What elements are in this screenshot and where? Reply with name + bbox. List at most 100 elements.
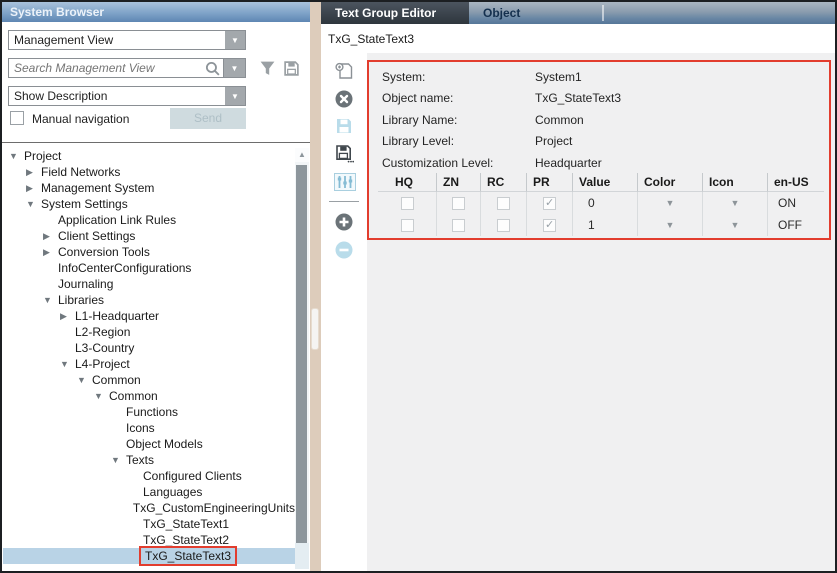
tree-item-txg-statetext1[interactable]: TxG_StateText1 [3, 516, 295, 532]
column-header-value[interactable]: Value [572, 173, 637, 192]
color-dropdown[interactable]: ▼ [637, 192, 702, 214]
tree-item-common[interactable]: ▼Common [3, 388, 295, 404]
chevron-down-icon[interactable]: ▼ [731, 220, 740, 230]
tree-item-label[interactable]: TxG_CustomEngineeringUnits [133, 500, 295, 516]
manual-navigation-checkbox[interactable] [10, 111, 24, 125]
chevron-expanded-icon[interactable]: ▼ [111, 452, 126, 468]
tree-item-libraries[interactable]: ▼Libraries [3, 292, 295, 308]
tree-item-l4-project[interactable]: ▼L4-Project [3, 356, 295, 372]
tree-item-infocenterconfigurations[interactable]: InfoCenterConfigurations [3, 260, 295, 276]
chevron-down-icon[interactable]: ▼ [731, 198, 740, 208]
chevron-down-icon[interactable]: ▼ [666, 220, 675, 230]
chevron-expanded-icon[interactable]: ▼ [77, 372, 92, 388]
view-select[interactable]: Management View ▼ [8, 30, 246, 50]
tab-object-configurator[interactable]: Object Configurator [469, 2, 602, 24]
chevron-down-icon[interactable]: ▼ [225, 87, 245, 105]
table-row[interactable]: 0▼▼ON [378, 192, 824, 214]
checked-checkbox[interactable] [543, 197, 556, 210]
tree-item-conversion-tools[interactable]: ▶Conversion Tools [3, 244, 295, 260]
chevron-collapsed-icon[interactable]: ▶ [26, 164, 41, 180]
new-text-group-icon[interactable] [334, 61, 354, 81]
tree-item-txg-statetext3[interactable]: TxG_StateText3 [3, 548, 295, 564]
tree-item-label[interactable]: L2-Region [75, 324, 130, 340]
tree-item-l2-region[interactable]: L2-Region [3, 324, 295, 340]
table-row[interactable]: 1▼▼OFF [378, 214, 824, 236]
unchecked-checkbox[interactable] [497, 219, 510, 232]
delete-icon[interactable] [334, 89, 354, 109]
column-header-zn[interactable]: ZN [436, 173, 480, 192]
tree-item-label[interactable]: Common [109, 388, 158, 404]
tree-item-label[interactable]: Icons [126, 420, 155, 436]
chevron-expanded-icon[interactable]: ▼ [94, 388, 109, 404]
scrollbar-track[interactable] [295, 543, 309, 569]
tree-item-languages[interactable]: Languages [3, 484, 295, 500]
description-select[interactable]: Show Description ▼ [8, 86, 246, 106]
add-row-icon[interactable] [334, 212, 354, 232]
tree-item-txg-customengineeringunits[interactable]: TxG_CustomEngineeringUnits [3, 500, 295, 516]
save-icon[interactable] [334, 116, 354, 136]
tree-item-functions[interactable]: Functions [3, 404, 295, 420]
tree-item-common[interactable]: ▼Common [3, 372, 295, 388]
filter-columns-icon[interactable] [334, 172, 354, 192]
tree-item-label[interactable]: Texts [126, 452, 154, 468]
tree-item-label[interactable]: Common [92, 372, 141, 388]
tree-item-label[interactable]: InfoCenterConfigurations [58, 260, 191, 276]
column-header-pr[interactable]: PR [526, 173, 572, 192]
tree-item-management-system[interactable]: ▶Management System [3, 180, 295, 196]
tree-item-configured-clients[interactable]: Configured Clients [3, 468, 295, 484]
tree-item-label[interactable]: Project [24, 148, 61, 164]
color-dropdown[interactable]: ▼ [637, 214, 702, 236]
unchecked-checkbox[interactable] [452, 197, 465, 210]
chevron-expanded-icon[interactable]: ▼ [9, 148, 24, 164]
tree-scrollbar[interactable]: ▲ [295, 148, 309, 569]
chevron-expanded-icon[interactable]: ▼ [43, 292, 58, 308]
chevron-down-icon[interactable]: ▼ [225, 31, 245, 49]
tree-item-label[interactable]: Object Models [126, 436, 203, 452]
tree-item-label[interactable]: L3-Country [75, 340, 134, 356]
unchecked-checkbox[interactable] [401, 197, 414, 210]
tree-item-label[interactable]: TxG_StateText3 [139, 546, 237, 566]
tree-item-project[interactable]: ▼Project [3, 148, 295, 164]
tree-item-object-models[interactable]: Object Models [3, 436, 295, 452]
tree-item-label[interactable]: Languages [143, 484, 202, 500]
tree-item-label[interactable]: L4-Project [75, 356, 130, 372]
tree-item-label[interactable]: Journaling [58, 276, 113, 292]
scrollbar-thumb[interactable] [296, 165, 307, 543]
icon-dropdown[interactable]: ▼ [702, 192, 767, 214]
tree-item-label[interactable]: Configured Clients [143, 468, 242, 484]
chevron-down-icon[interactable]: ▼ [666, 198, 675, 208]
tree-item-label[interactable]: Management System [41, 180, 154, 196]
search-field[interactable] [8, 58, 224, 78]
chevron-down-icon[interactable]: ▼ [224, 58, 246, 78]
search-icon[interactable] [204, 60, 221, 77]
tree-item-application-link-rules[interactable]: Application Link Rules [3, 212, 295, 228]
tree-item-label[interactable]: L1-Headquarter [75, 308, 159, 324]
chevron-collapsed-icon[interactable]: ▶ [26, 180, 41, 196]
tree-item-journaling[interactable]: Journaling [3, 276, 295, 292]
send-button[interactable]: Send [170, 108, 246, 129]
tree-item-label[interactable]: TxG_StateText1 [143, 516, 229, 532]
tree-item-label[interactable]: Client Settings [58, 228, 135, 244]
tree-item-label[interactable]: Application Link Rules [58, 212, 176, 228]
column-header-rc[interactable]: RC [480, 173, 526, 192]
splitter-handle[interactable] [311, 308, 319, 350]
chevron-collapsed-icon[interactable]: ▶ [43, 244, 58, 260]
save-icon[interactable] [283, 60, 300, 77]
tree-item-label[interactable]: Libraries [58, 292, 104, 308]
tab-text-group-editor[interactable]: Text Group Editor [321, 2, 469, 24]
tree-item-label[interactable]: Field Networks [41, 164, 120, 180]
tree-item-texts[interactable]: ▼Texts [3, 452, 295, 468]
column-header-en-us[interactable]: en-US [767, 173, 824, 192]
filter-icon[interactable] [259, 60, 276, 77]
column-header-color[interactable]: Color [637, 173, 702, 192]
unchecked-checkbox[interactable] [497, 197, 510, 210]
tree-item-system-settings[interactable]: ▼System Settings [3, 196, 295, 212]
unchecked-checkbox[interactable] [452, 219, 465, 232]
save-as-icon[interactable] [334, 143, 354, 163]
tree-item-label[interactable]: Functions [126, 404, 178, 420]
chevron-collapsed-icon[interactable]: ▶ [60, 308, 75, 324]
panel-splitter[interactable] [310, 2, 321, 571]
column-header-hq[interactable]: HQ [378, 173, 436, 192]
search-input[interactable] [9, 61, 204, 75]
chevron-expanded-icon[interactable]: ▼ [60, 356, 75, 372]
